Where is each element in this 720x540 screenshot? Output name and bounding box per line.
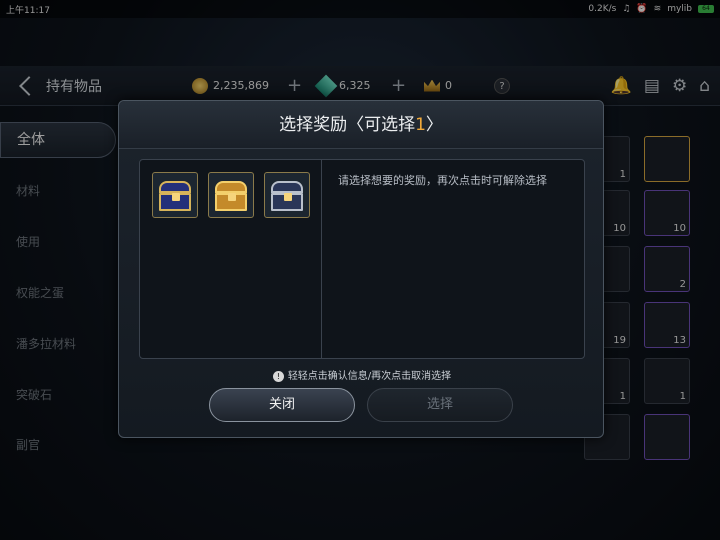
reward-panel: 请选择想要的奖励，再次点击时可解除选择 xyxy=(139,159,585,359)
select-reward-dialog: 选择奖励〈可选择1〉 请选择想要的奖励，再次点击时可解除选择 ! 轻轻点击确认信息… xyxy=(118,100,604,438)
hint-text: ! 轻轻点击确认信息/再次点击取消选择 xyxy=(119,367,605,382)
blue-treasure-chest-icon[interactable] xyxy=(152,172,198,218)
reward-description: 请选择想要的奖励，再次点击时可解除选择 xyxy=(338,174,547,187)
select-button[interactable]: 选择 xyxy=(367,388,513,422)
silver-treasure-chest-icon[interactable] xyxy=(264,172,310,218)
gold-treasure-chest-icon[interactable] xyxy=(208,172,254,218)
info-icon: ! xyxy=(272,370,284,382)
close-button[interactable]: 关闭 xyxy=(209,388,355,422)
selectable-count: 1 xyxy=(415,115,426,135)
game-screen: 上午11:17 0.2K/s ♫ ⏰ ≋ mylib 64 持有物品 2,235… xyxy=(0,0,720,540)
dialog-title: 选择奖励〈可选择1〉 xyxy=(119,101,603,149)
reward-list xyxy=(140,160,322,358)
